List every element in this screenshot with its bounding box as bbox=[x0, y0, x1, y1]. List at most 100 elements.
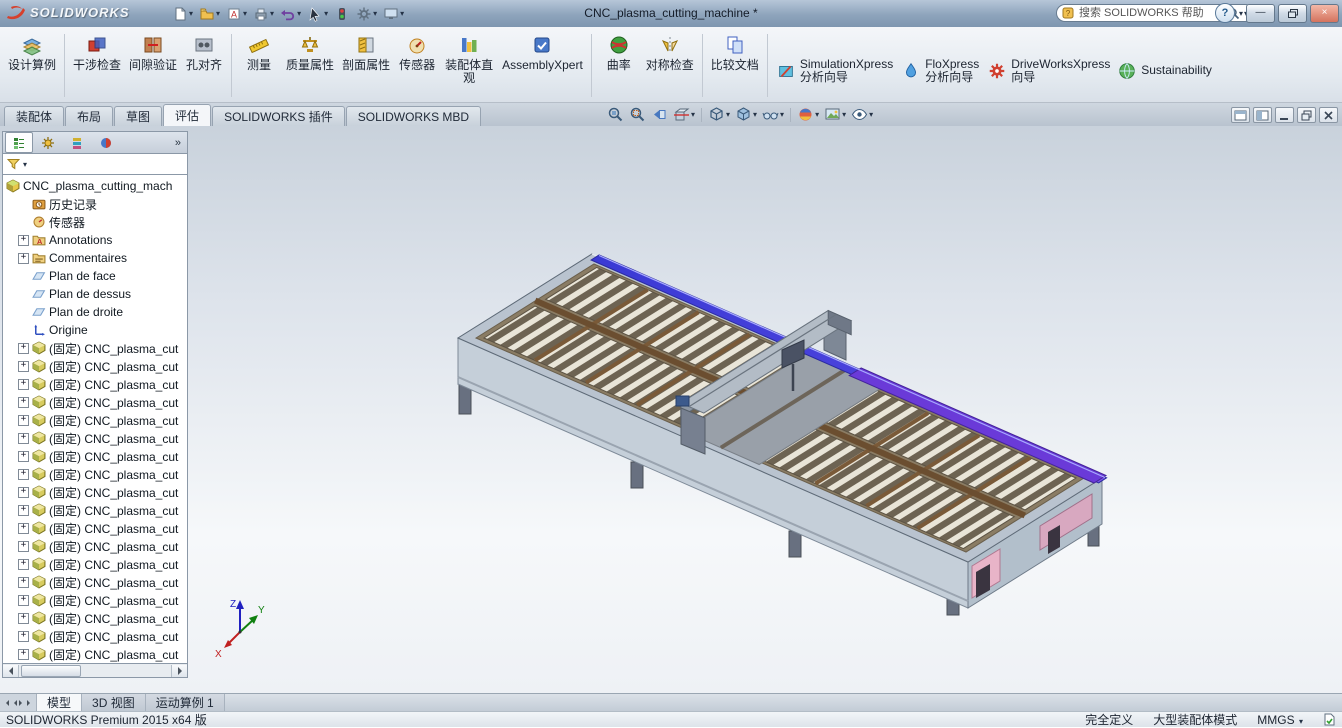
expand-icon[interactable]: + bbox=[18, 397, 29, 408]
graphics-viewport[interactable]: Z Y X » ▾ bbox=[0, 126, 1342, 693]
tree-item-plane-top[interactable]: Plan de dessus bbox=[6, 285, 187, 303]
displaymanager-tab[interactable] bbox=[92, 132, 120, 153]
tree-component-row[interactable]: + (固定) CNC_plasma_cut bbox=[6, 519, 187, 537]
overflow-icon[interactable]: » bbox=[171, 137, 185, 149]
search-input[interactable] bbox=[1077, 6, 1224, 20]
minimize-button[interactable]: — bbox=[1246, 4, 1275, 23]
tree-component-row[interactable]: + (固定) CNC_plasma_cut bbox=[6, 357, 187, 375]
tree-component-row[interactable]: + (固定) CNC_plasma_cut bbox=[6, 429, 187, 447]
tree-component-row[interactable]: + (固定) CNC_plasma_cut bbox=[6, 393, 187, 411]
scroll-right-button[interactable] bbox=[171, 665, 187, 677]
expand-icon[interactable]: + bbox=[18, 433, 29, 444]
ribbon-button-driveworksxpress[interactable]: DriveWorksXpress 向导 bbox=[984, 56, 1112, 86]
expand-icon[interactable]: + bbox=[18, 253, 29, 264]
dropdown-icon[interactable]: ▾ bbox=[842, 110, 846, 119]
pane-toggle-button[interactable] bbox=[1253, 107, 1272, 123]
maximize-button[interactable] bbox=[1278, 4, 1307, 23]
ribbon-button-measure[interactable]: 测量 bbox=[237, 31, 281, 74]
ribbon-button-sensors[interactable]: 传感器 bbox=[395, 31, 439, 74]
ribbon-button-hole-alignment[interactable]: 孔对齐 bbox=[182, 31, 226, 74]
doc-tab-model[interactable]: 模型 bbox=[37, 694, 82, 711]
new-document-button[interactable]: ▾ bbox=[170, 3, 195, 24]
units-selector[interactable]: MMGS ▾ bbox=[1257, 713, 1303, 727]
3d-model-plasma-table[interactable]: Z Y X bbox=[0, 126, 1342, 693]
undo-button[interactable]: ▾ bbox=[278, 3, 303, 24]
tree-item-origin[interactable]: Origine bbox=[6, 321, 187, 339]
print-button[interactable]: ▾ bbox=[251, 3, 276, 24]
ribbon-button-clearance-verify[interactable]: 间隙验证 bbox=[126, 31, 180, 74]
scroll-left-button[interactable] bbox=[3, 665, 19, 677]
propertymanager-tab[interactable] bbox=[34, 132, 62, 153]
next-tab-icon[interactable] bbox=[19, 700, 25, 706]
expand-icon[interactable]: + bbox=[18, 451, 29, 462]
tree-component-row[interactable]: + (固定) CNC_plasma_cut bbox=[6, 375, 187, 393]
dropdown-icon[interactable]: ▾ bbox=[726, 110, 730, 119]
expand-icon[interactable]: + bbox=[18, 613, 29, 624]
tree-component-row[interactable]: + (固定) CNC_plasma_cut bbox=[6, 447, 187, 465]
tree-component-row[interactable]: + (固定) CNC_plasma_cut bbox=[6, 645, 187, 663]
tree-component-row[interactable]: + (固定) CNC_plasma_cut bbox=[6, 339, 187, 357]
dropdown-icon[interactable]: ▾ bbox=[753, 110, 757, 119]
status-help-icon[interactable] bbox=[1323, 713, 1336, 726]
configurationmanager-tab[interactable] bbox=[63, 132, 91, 153]
tree-horizontal-scrollbar[interactable] bbox=[2, 664, 188, 678]
rebuild-button[interactable] bbox=[332, 3, 352, 24]
expand-icon[interactable]: + bbox=[18, 541, 29, 552]
zoom-fit-button[interactable] bbox=[606, 106, 625, 123]
featuremanager-tab[interactable] bbox=[5, 132, 33, 153]
appearance-button[interactable]: ▾ bbox=[381, 3, 406, 24]
dropdown-icon[interactable]: ▾ bbox=[1239, 9, 1243, 18]
doc-close-button[interactable] bbox=[1319, 107, 1338, 123]
tree-component-row[interactable]: + (固定) CNC_plasma_cut bbox=[6, 483, 187, 501]
expand-icon[interactable]: + bbox=[18, 577, 29, 588]
doc-minimize-button[interactable] bbox=[1275, 107, 1294, 123]
tree-item-history[interactable]: 历史记录 bbox=[6, 195, 187, 213]
ribbon-button-section-properties[interactable]: 剖面属性 bbox=[339, 31, 393, 74]
tree-component-row[interactable]: + (固定) CNC_plasma_cut bbox=[6, 555, 187, 573]
tab-evaluate[interactable]: 评估 bbox=[163, 104, 211, 126]
ribbon-button-design-study[interactable]: 设计算例 bbox=[5, 31, 59, 74]
expand-icon[interactable]: + bbox=[18, 415, 29, 426]
tree-component-row[interactable]: + (固定) CNC_plasma_cut bbox=[6, 501, 187, 519]
save-button[interactable]: A▾ bbox=[224, 3, 249, 24]
tree-item-sensors[interactable]: 传感器 bbox=[6, 213, 187, 231]
tree-component-row[interactable]: + (固定) CNC_plasma_cut bbox=[6, 465, 187, 483]
tab-sketch[interactable]: 草图 bbox=[114, 106, 162, 126]
tree-root-row[interactable]: CNC_plasma_cutting_mach bbox=[6, 177, 187, 195]
pane-split-button[interactable] bbox=[1231, 107, 1250, 123]
tab-solidworks-addins[interactable]: SOLIDWORKS 插件 bbox=[212, 106, 345, 126]
select-button[interactable]: ▾ bbox=[305, 3, 330, 24]
ribbon-button-compare-documents[interactable]: 比较文档 bbox=[708, 31, 762, 74]
scrollbar-thumb[interactable] bbox=[21, 665, 81, 677]
expand-icon[interactable]: + bbox=[18, 361, 29, 372]
expand-icon[interactable]: + bbox=[18, 379, 29, 390]
hide-show-items-button[interactable]: ▾ bbox=[761, 106, 785, 123]
options-button[interactable]: ▾ bbox=[354, 3, 379, 24]
doc-restore-button[interactable] bbox=[1297, 107, 1316, 123]
first-tab-icon[interactable] bbox=[3, 700, 9, 706]
previous-view-button[interactable] bbox=[650, 106, 669, 123]
ribbon-button-mass-properties[interactable]: 质量属性 bbox=[283, 31, 337, 74]
tree-filter-bar[interactable]: ▾ bbox=[2, 153, 188, 174]
doc-tab-3d-views[interactable]: 3D 视图 bbox=[82, 694, 146, 711]
ribbon-button-interference-check[interactable]: 干涉检查 bbox=[70, 31, 124, 74]
tab-assembly[interactable]: 装配体 bbox=[4, 106, 64, 126]
edit-appearance-button[interactable]: ▾ bbox=[796, 106, 820, 123]
doc-tab-motion-study[interactable]: 运动算例 1 bbox=[146, 694, 225, 711]
dropdown-icon[interactable]: ▾ bbox=[23, 160, 27, 169]
feature-tree[interactable]: CNC_plasma_cutting_mach 历史记录 传感器 + A Ann… bbox=[2, 174, 188, 664]
tree-item-plane-right[interactable]: Plan de droite bbox=[6, 303, 187, 321]
section-view-button[interactable]: ▾ bbox=[672, 106, 696, 123]
expand-icon[interactable]: + bbox=[18, 505, 29, 516]
dropdown-icon[interactable]: ▾ bbox=[780, 110, 784, 119]
expand-icon[interactable]: + bbox=[18, 631, 29, 642]
tree-component-row[interactable]: + (固定) CNC_plasma_cut bbox=[6, 537, 187, 555]
display-style-button[interactable]: ▾ bbox=[734, 106, 758, 123]
ribbon-button-assembly-visualization[interactable]: 装配体直观 bbox=[441, 31, 497, 87]
tree-component-row[interactable]: + (固定) CNC_plasma_cut bbox=[6, 573, 187, 591]
ribbon-button-sustainability[interactable]: Sustainability bbox=[1114, 59, 1215, 83]
tree-component-row[interactable]: + (固定) CNC_plasma_cut bbox=[6, 627, 187, 645]
tab-solidworks-mbd[interactable]: SOLIDWORKS MBD bbox=[346, 106, 481, 126]
tree-item-comments[interactable]: + Commentaires bbox=[6, 249, 187, 267]
zoom-area-button[interactable] bbox=[628, 106, 647, 123]
